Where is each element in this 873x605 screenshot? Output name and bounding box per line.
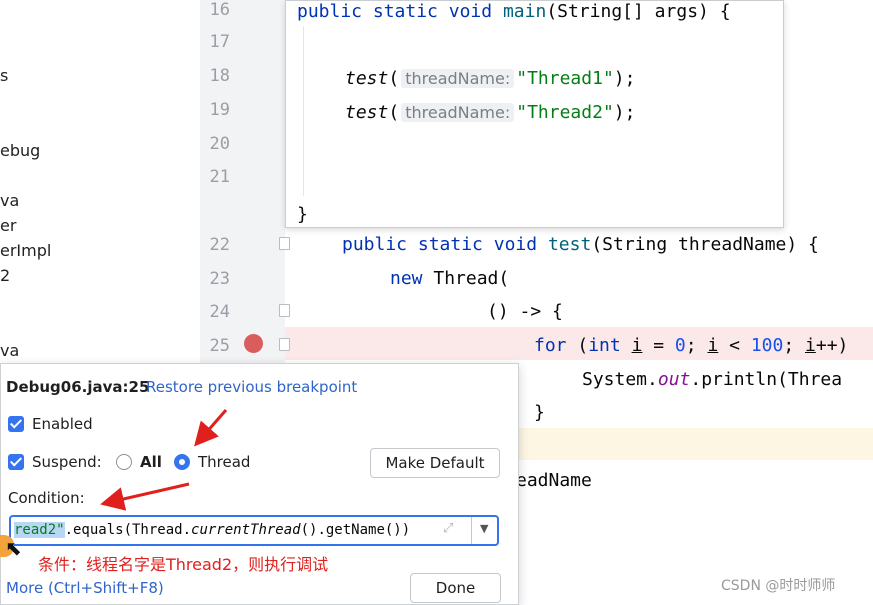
annotation-arrows [100,409,228,511]
mouse-cursor-icon: ⬉ [5,536,22,560]
annotation-note: 条件：线程名字是Thread2，则执行调试 [38,555,329,574]
watermark: CSDN @时时师师 [721,578,836,594]
arrow-to-thread-icon [194,409,228,447]
arrow-to-condition-icon [100,482,190,511]
